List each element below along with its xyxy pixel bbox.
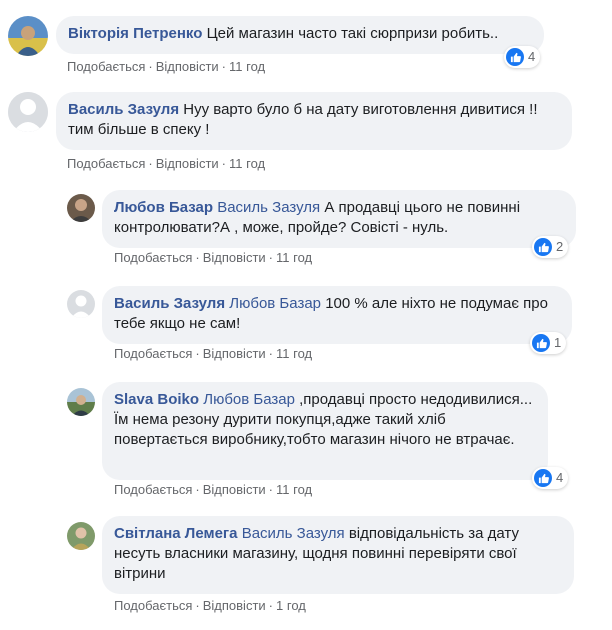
- timestamp[interactable]: 11 год: [276, 250, 312, 265]
- comment-actions: Подобається · Відповісти · 11 год: [114, 346, 312, 361]
- comment-author[interactable]: Василь Зазуля: [68, 101, 179, 118]
- avatar[interactable]: [67, 388, 95, 416]
- reply-link[interactable]: Відповісти: [203, 482, 266, 497]
- mention-link[interactable]: Василь Зазуля: [217, 199, 320, 216]
- comment-text: Цей магазин часто такі сюрпризи робить..: [206, 25, 499, 42]
- mention-link[interactable]: Любов Базар: [229, 295, 321, 312]
- reply-link[interactable]: Відповісти: [203, 598, 266, 613]
- avatar[interactable]: [8, 16, 48, 56]
- thumbs-up-icon: [534, 469, 552, 487]
- like-link[interactable]: Подобається: [114, 250, 192, 265]
- comment-bubble: Василь Зазуля Любов Базар 100 % але ніхт…: [102, 286, 572, 344]
- comment-bubble: Василь Зазуля Нуу варто було б на дату в…: [56, 92, 572, 150]
- separator: ·: [148, 156, 153, 171]
- reply-link[interactable]: Відповісти: [203, 346, 266, 361]
- reaction-count[interactable]: 4: [532, 467, 569, 489]
- reply-link[interactable]: Відповісти: [203, 250, 266, 265]
- separator: ·: [148, 59, 153, 74]
- comment-author[interactable]: Василь Зазуля: [114, 295, 225, 312]
- reply-link[interactable]: Відповісти: [156, 59, 219, 74]
- comment-actions: Подобається · Відповісти · 11 год: [114, 482, 312, 497]
- timestamp[interactable]: 11 год: [229, 156, 265, 171]
- comment-text: ,продавці просто недодивилися...: [299, 391, 533, 408]
- like-link[interactable]: Подобається: [114, 598, 192, 613]
- avatar[interactable]: [67, 522, 95, 550]
- thumbs-up-icon: [532, 334, 550, 352]
- reaction-count-value: 2: [556, 239, 564, 254]
- reaction-count[interactable]: 4: [504, 46, 541, 68]
- timestamp[interactable]: 11 год: [276, 482, 312, 497]
- separator: ·: [221, 156, 227, 171]
- separator: ·: [221, 59, 227, 74]
- thumbs-up-icon: [506, 48, 524, 66]
- separator: ·: [268, 598, 274, 613]
- comment-author[interactable]: Вікторія Петренко: [68, 25, 202, 42]
- comment-text-continued: Їм нема резону дурити покупця,адже такий…: [114, 411, 515, 448]
- comment-actions: Подобається · Відповісти · 11 год: [67, 156, 265, 171]
- comment-bubble: Світлана Лемега Василь Зазуля відповідал…: [102, 516, 574, 594]
- timestamp[interactable]: 1 год: [276, 598, 306, 613]
- comment-actions: Подобається · Відповісти · 1 год: [114, 598, 306, 613]
- separator: ·: [268, 346, 274, 361]
- comment-author[interactable]: Світлана Лемега: [114, 525, 238, 542]
- timestamp[interactable]: 11 год: [229, 59, 265, 74]
- comment-author[interactable]: Slava Boiko: [114, 391, 199, 408]
- reaction-count-value: 1: [554, 335, 562, 350]
- comment-actions: Подобається · Відповісти · 11 год: [114, 250, 312, 265]
- like-link[interactable]: Подобається: [67, 156, 145, 171]
- like-link[interactable]: Подобається: [67, 59, 145, 74]
- reaction-count[interactable]: 1: [530, 332, 567, 354]
- mention-link[interactable]: Василь Зазуля: [242, 525, 345, 542]
- comment-author[interactable]: Любов Базар: [114, 199, 213, 216]
- reply-link[interactable]: Відповісти: [156, 156, 219, 171]
- reaction-count[interactable]: 2: [532, 236, 569, 258]
- reaction-count-value: 4: [556, 470, 564, 485]
- avatar[interactable]: [67, 194, 95, 222]
- separator: ·: [268, 482, 274, 497]
- reaction-count-value: 4: [528, 49, 536, 64]
- separator: ·: [195, 346, 200, 361]
- separator: ·: [268, 250, 274, 265]
- avatar[interactable]: [67, 290, 95, 318]
- separator: ·: [195, 482, 200, 497]
- separator: ·: [195, 250, 200, 265]
- avatar[interactable]: [8, 92, 48, 132]
- mention-link[interactable]: Любов Базар: [203, 391, 295, 408]
- comment-actions: Подобається · Відповісти · 11 год: [67, 59, 265, 74]
- like-link[interactable]: Подобається: [114, 482, 192, 497]
- comment-bubble: Вікторія Петренко Цей магазин часто такі…: [56, 16, 544, 54]
- timestamp[interactable]: 11 год: [276, 346, 312, 361]
- comment-bubble: Любов Базар Василь Зазуля А продавці цьо…: [102, 190, 576, 248]
- comment-bubble: Slava Boiko Любов Базар ,продавці просто…: [102, 382, 548, 480]
- thumbs-up-icon: [534, 238, 552, 256]
- like-link[interactable]: Подобається: [114, 346, 192, 361]
- separator: ·: [195, 598, 200, 613]
